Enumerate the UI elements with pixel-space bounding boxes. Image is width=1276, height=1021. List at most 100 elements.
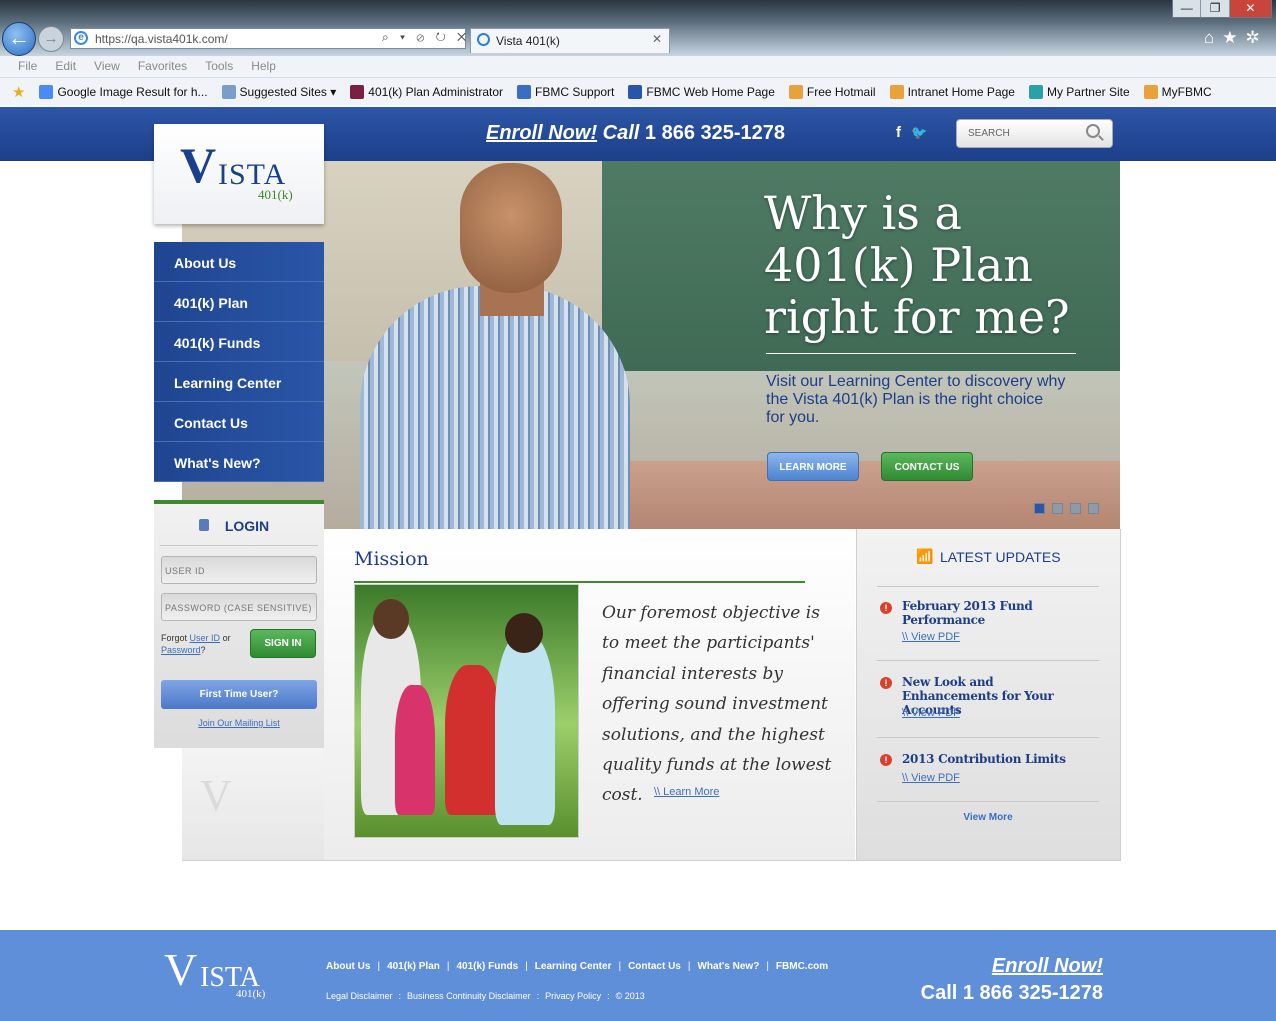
- favorite-link[interactable]: Suggested Sites ▾: [221, 85, 337, 99]
- logo-401k: 401(k): [258, 187, 293, 202]
- slide-dot[interactable]: [1088, 503, 1099, 514]
- nav-item-contact-us[interactable]: Contact Us: [154, 402, 324, 442]
- favorite-site-icon: [788, 85, 803, 99]
- footer-legal-link[interactable]: Business Continuity Disclaimer: [407, 991, 531, 1001]
- address-bar-tools[interactable]: ⌕ ▾ ⊘ ↻ ✕: [382, 30, 470, 45]
- header-phone: 1 866 325-1278: [644, 122, 786, 144]
- hero-subtitle: Visit our Learning Center to discovery w…: [766, 373, 1066, 426]
- hero-title: Why is a 401(k) Plan right for me?: [764, 186, 1070, 344]
- favorite-link[interactable]: Intranet Home Page: [889, 85, 1015, 99]
- call-label: Call: [602, 122, 640, 144]
- header-enroll-callout: Enroll Now! Call 1 866 325-1278: [486, 122, 785, 145]
- favorite-site-icon: [628, 85, 643, 99]
- favorite-label: Suggested Sites ▾: [239, 85, 337, 99]
- favorite-label: Google Image Result for h...: [57, 85, 208, 99]
- social-links: f🐦: [896, 124, 937, 141]
- hero-person-head: [460, 163, 562, 293]
- home-favorites-tools-icons[interactable]: ⌂★✲: [1204, 28, 1268, 48]
- logo-letter-v: V: [180, 137, 217, 193]
- favorite-site-icon: [1028, 85, 1043, 99]
- footer-logo-v[interactable]: V: [164, 947, 197, 993]
- hero-person-shirt: [360, 286, 630, 529]
- footer-nav-link[interactable]: FBMC.com: [776, 961, 828, 972]
- favorite-link[interactable]: Google Image Result for h...: [39, 85, 208, 99]
- favorite-site-icon: [221, 85, 236, 99]
- favorites-star-icon[interactable]: ★: [12, 83, 25, 101]
- footer-separator: |: [687, 961, 691, 972]
- footer-separator: :: [607, 991, 610, 1001]
- tab-close-icon[interactable]: ✕: [652, 32, 662, 46]
- footer-nav-link[interactable]: About Us: [326, 961, 370, 972]
- footer-separator: |: [377, 961, 381, 972]
- enroll-now-link[interactable]: Enroll Now!: [486, 122, 597, 144]
- favorite-link[interactable]: My Partner Site: [1028, 85, 1130, 99]
- favorite-link[interactable]: MyFBMC: [1143, 85, 1212, 99]
- footer-separator: |: [446, 961, 450, 972]
- favorite-site-icon: [1143, 85, 1158, 99]
- footer-separator: |: [618, 961, 622, 972]
- menu-item[interactable]: Tools: [205, 59, 233, 77]
- slide-indicators: [1034, 503, 1099, 514]
- footer-legal-link[interactable]: Privacy Policy: [545, 991, 601, 1001]
- forward-arrow-icon[interactable]: →: [38, 26, 64, 52]
- slide-dot[interactable]: [1070, 503, 1081, 514]
- footer-nav-link[interactable]: Learning Center: [535, 961, 612, 972]
- favorite-label: 401(k) Plan Administrator: [368, 85, 504, 99]
- close-window-button[interactable]: ✕: [1229, 0, 1271, 17]
- copyright-text: © 2013: [615, 991, 645, 1001]
- nav-item-401k-funds[interactable]: 401(k) Funds: [154, 322, 324, 362]
- footer-enroll-link[interactable]: Enroll Now!: [880, 955, 1103, 978]
- favorite-link[interactable]: Free Hotmail: [788, 85, 876, 99]
- search-icon[interactable]: [1086, 124, 1100, 138]
- footer-separator: |: [525, 961, 528, 972]
- back-arrow-icon[interactable]: ←: [2, 22, 36, 56]
- footer-separator: :: [536, 991, 540, 1001]
- slide-dot[interactable]: [1034, 503, 1045, 514]
- facebook-icon[interactable]: f: [896, 124, 911, 141]
- favorite-link[interactable]: 401(k) Plan Administrator: [350, 85, 503, 99]
- footer-legal-link[interactable]: Legal Disclaimer: [326, 991, 393, 1001]
- hero-desks: [602, 461, 1120, 529]
- favorite-site-icon: [517, 85, 532, 99]
- slide-dot[interactable]: [1052, 503, 1063, 514]
- footer-legal: Legal Disclaimer: Business Continuity Dis…: [326, 991, 645, 1001]
- menu-item[interactable]: Edit: [55, 59, 76, 77]
- minimize-button[interactable]: —: [1173, 0, 1202, 17]
- menu-item[interactable]: File: [18, 59, 37, 77]
- nav-item-learning-center[interactable]: Learning Center: [154, 362, 324, 402]
- favorite-label: MyFBMC: [1161, 85, 1212, 99]
- footer-separator: :: [398, 991, 402, 1001]
- menu-item[interactable]: Help: [251, 59, 276, 77]
- nav-item-401k-plan[interactable]: 401(k) Plan: [154, 282, 324, 322]
- favorite-label: FBMC Support: [535, 85, 615, 99]
- favorite-link[interactable]: FBMC Web Home Page: [628, 85, 775, 99]
- menu-bar: File Edit View Favorites Tools Help: [0, 56, 1276, 78]
- footer-phone: Call 1 866 325-1278: [920, 982, 1103, 1004]
- main-nav: About Us 401(k) Plan 401(k) Funds Learni…: [154, 242, 324, 482]
- twitter-icon[interactable]: 🐦: [911, 125, 937, 140]
- favorite-label: FBMC Web Home Page: [646, 85, 775, 99]
- footer-nav: About Us | 401(k) Plan | 401(k) Funds | Learni…: [326, 961, 828, 972]
- favorite-link[interactable]: FBMC Support: [517, 85, 614, 99]
- footer-nav-link[interactable]: Contact Us: [628, 961, 681, 972]
- browser-tab[interactable]: Vista 401(k): [470, 28, 670, 53]
- footer-nav-link[interactable]: 401(k) Funds: [456, 961, 518, 972]
- menu-item[interactable]: View: [94, 59, 120, 77]
- learn-more-button[interactable]: LEARN MORE: [767, 452, 859, 481]
- nav-item-whats-new[interactable]: What's New?: [154, 442, 324, 482]
- footer-separator: |: [766, 961, 769, 972]
- content-frame: [182, 529, 1121, 861]
- favorite-label: Intranet Home Page: [907, 85, 1015, 99]
- hero-divider: [766, 353, 1076, 354]
- ie-page-icon: e: [74, 31, 88, 45]
- footer-nav-link[interactable]: 401(k) Plan: [387, 961, 440, 972]
- tab-favicon-icon: [477, 33, 490, 46]
- nav-item-about-us[interactable]: About Us: [154, 242, 324, 282]
- footer-logo-401k: 401(k): [236, 988, 266, 1000]
- menu-item[interactable]: Favorites: [138, 59, 187, 77]
- contact-us-button[interactable]: CONTACT US: [881, 452, 973, 481]
- favorite-label: My Partner Site: [1046, 85, 1130, 99]
- footer-nav-link[interactable]: What's New?: [697, 961, 759, 972]
- restore-button[interactable]: ❐: [1201, 0, 1230, 17]
- window-controls: — ❐ ✕: [1172, 0, 1272, 18]
